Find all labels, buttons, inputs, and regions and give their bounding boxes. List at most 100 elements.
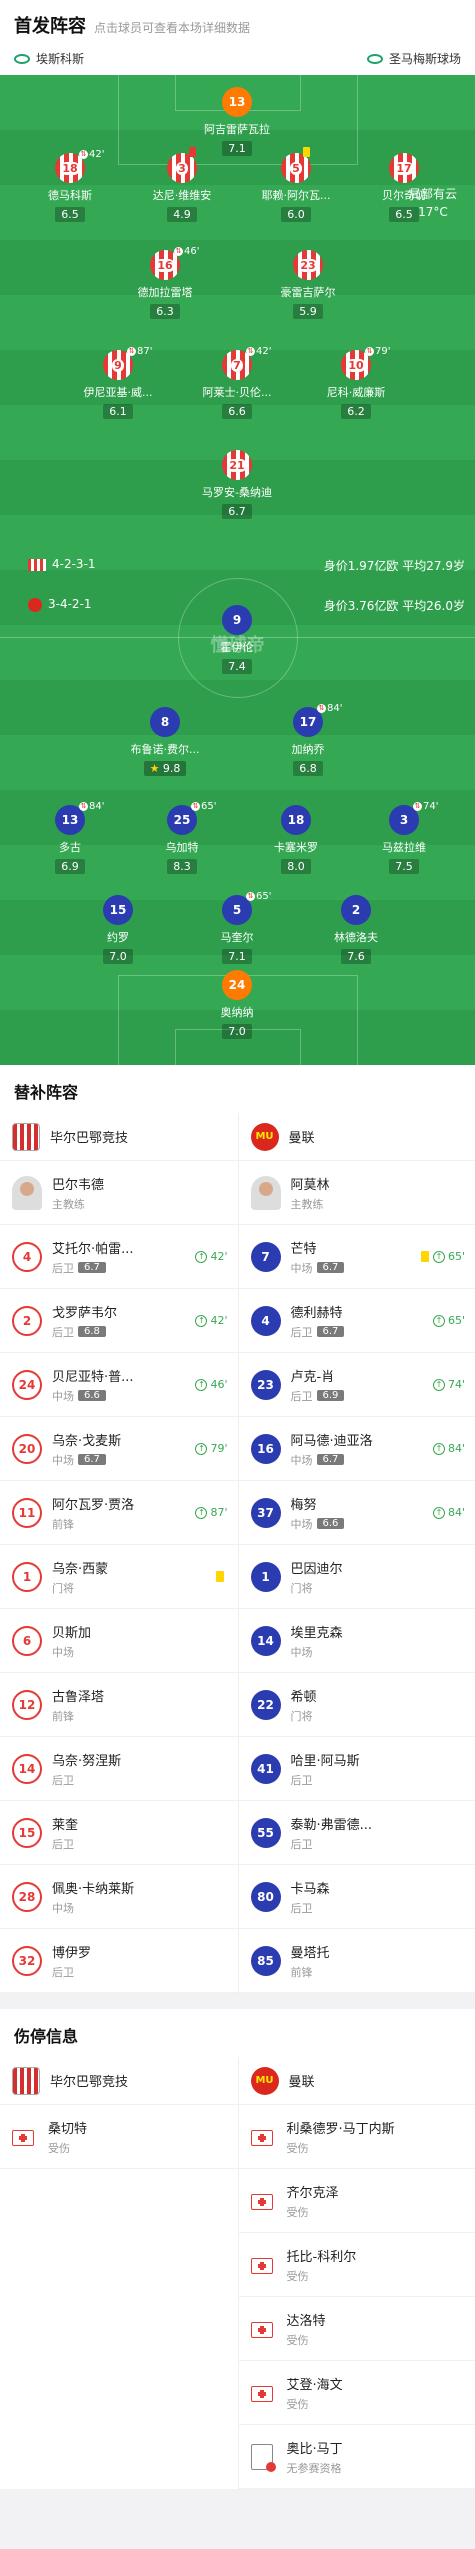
shirt-number-icon: 85 [250,1945,281,1976]
home-player[interactable]: 16 ⇅ 46' 德加拉雷塔 6.3 [118,246,212,319]
away-coach[interactable]: 阿莫林 主教练 [238,1161,475,1225]
sub-player-position: 后卫 6.7 [291,1324,433,1340]
sub-player-row[interactable]: 22 希顿 门将 [238,1673,475,1737]
shirt-number-icon: 41 [250,1753,281,1784]
away-player[interactable]: 18 卡塞米罗 8.0 [249,805,343,874]
sub-player-position: 后卫 [291,1900,466,1916]
substitution-icon: ⇅ 42' [246,346,272,357]
away-player[interactable]: 24 奥纳纳 7.0 [190,970,284,1039]
home-player[interactable]: 23 豪雷吉萨尔 5.9 [261,250,355,319]
away-player[interactable]: 9 霍伊伦 7.4 [190,605,284,674]
subs-away-team[interactable]: MU 曼联 [238,1113,475,1161]
injury-row[interactable]: 托比-科利尔 受伤 [238,2233,475,2297]
sub-player-row[interactable]: 11 阿尔瓦罗·贾洛 前锋 ↑ 87' [0,1481,238,1545]
sub-player-row[interactable]: 14 乌奈·努涅斯 后卫 [0,1737,238,1801]
home-player[interactable]: 17 贝尔奇切 6.5 [357,153,451,222]
sub-player-row[interactable]: 80 卡马森 后卫 [238,1865,475,1929]
injured-player-name: 桑切特 [48,2121,88,2137]
sub-player-row[interactable]: 16 阿马德·迪亚洛 中场 6.7 ↑ 84' [238,1417,475,1481]
sub-player-row[interactable]: 32 博伊罗 后卫 [0,1929,238,1993]
sub-player-row[interactable]: 4 艾托尔·帕雷... 后卫 6.7 ↑ 42' [0,1225,238,1289]
injured-player-name: 利桑德罗·马丁内斯 [286,2121,395,2137]
away-player[interactable]: 25 ⇅ 65' 乌加特 8.3 [135,801,229,874]
away-player[interactable]: 3 ⇅ 74' 马兹拉维 7.5 [357,801,451,874]
sub-player-row[interactable]: 4 德利赫特 后卫 6.7 ↑ 65' [238,1289,475,1353]
injury-row[interactable]: 奥比·马丁 无参赛资格 [238,2425,475,2489]
player-name: 贝尔奇切 [382,189,426,202]
injuries-away-team[interactable]: MU 曼联 [238,2057,475,2105]
sub-player-position: 后卫 6.9 [291,1388,433,1404]
home-player[interactable]: 3 达尼·维维安 4.9 [135,147,229,222]
sub-player-row[interactable]: 37 梅努 中场 6.6 ↑ 84' [238,1481,475,1545]
shirt-icon: 8 [150,707,180,737]
away-player[interactable]: 5 ⇅ 65' 马奎尔 7.1 [190,891,284,964]
sub-player-row[interactable]: 28 佩奥·卡纳莱斯 中场 [0,1865,238,1929]
sub-player-row[interactable]: 7 芒特 中场 6.7 ↑ 65' [238,1225,475,1289]
sub-player-row[interactable]: 1 乌奈·西蒙 门将 [0,1545,238,1609]
sub-player-info: 泰勒·弗雷德... 后卫 [291,1814,466,1852]
shirt-number-icon: 11 [12,1497,42,1528]
substitution-icon: ⇅ 84' [79,801,105,812]
sub-player-position: 后卫 [291,1772,466,1788]
position-label: 后卫 [290,1901,313,1915]
sub-player-position: 后卫 [291,1836,466,1852]
sub-player-position: 后卫 [52,1772,228,1788]
sub-player-row[interactable]: 85 曼塔托 前锋 [238,1929,475,1993]
away-player[interactable]: 17 ⇅ 84' 加纳乔 6.8 [261,703,355,776]
yellow-card-icon [303,147,310,157]
sub-player-info: 阿尔瓦罗·贾洛 前锋 [52,1494,195,1532]
home-player[interactable]: 7 ⇅ 42' 阿莱士·贝伦... 6.6 [190,346,284,419]
shirt-number: 16 [155,258,175,272]
home-player[interactable]: 10 ⇅ 79' 尼科·威廉斯 6.2 [309,346,403,419]
substitution-icon: ⇅ 65' [191,801,217,812]
away-player[interactable]: 15 约罗 7.0 [71,895,165,964]
home-player[interactable]: 5 耶赖·阿尔瓦... 6.0 [249,147,343,222]
sub-in-event: ↑ 84' [432,1506,465,1519]
home-coach[interactable]: 巴尔韦德 主教练 [0,1161,238,1225]
injury-row[interactable]: 利桑德罗·马丁内斯 受伤 [238,2105,475,2169]
sub-in-icon: ↑ [195,1378,208,1391]
sub-player-name: 泰勒·弗雷德... [290,1817,373,1833]
sub-player-row[interactable]: 12 古鲁泽塔 前锋 [0,1673,238,1737]
injury-row[interactable]: 艾登·海文 受伤 [238,2361,475,2425]
sub-player-row[interactable]: 2 戈罗萨韦尔 后卫 6.8 ↑ 42' [0,1289,238,1353]
sub-player-row[interactable]: 23 卢克-肖 后卫 6.9 ↑ 74' [238,1353,475,1417]
injury-row[interactable]: 齐尔克泽 受伤 [238,2169,475,2233]
injury-row[interactable]: 桑切特 受伤 [0,2105,238,2169]
stadium-icon [14,53,30,64]
home-player[interactable]: 18 ⇅ 42' 德马科斯 6.5 [23,149,117,222]
sub-player-row[interactable]: 6 贝斯加 中场 [0,1609,238,1673]
sub-in-minute: 65' [447,1250,465,1263]
sub-player-info: 卢克-肖 后卫 6.9 [291,1366,433,1404]
away-player[interactable]: 13 ⇅ 84' 多古 6.9 [23,801,117,874]
sub-player-row[interactable]: 55 泰勒·弗雷德... 后卫 [238,1801,475,1865]
player-name: 霍伊伦 [220,641,254,654]
home-player[interactable]: 21 马罗安-桑纳迪 6.7 [190,450,284,519]
sub-in-icon: ↑ [432,1442,445,1455]
home-player[interactable]: 9 ⇅ 87' 伊尼亚基·威... 6.1 [71,346,165,419]
home-player[interactable]: 13 阿吉雷萨瓦拉 7.1 [190,87,284,156]
sub-player-row[interactable]: 1 巴因迪尔 门将 [238,1545,475,1609]
sub-in-event: ↑ 84' [432,1442,465,1455]
sub-player-row[interactable]: 24 贝尼亚特·普... 中场 6.6 ↑ 46' [0,1353,238,1417]
substitution-icon: ⇅ 42' [79,149,105,160]
shirt-number: 10 [346,358,366,372]
injuries-home-team[interactable]: 毕尔巴鄂竞技 [0,2057,238,2105]
shirt-number-icon: 32 [12,1945,42,1976]
injury-status: 受伤 [286,2141,309,2155]
position-label: 后卫 [290,1773,313,1787]
sub-player-row[interactable]: 41 哈里·阿马斯 后卫 [238,1737,475,1801]
sub-player-name: 贝尼亚特·普... [52,1369,134,1385]
sub-player-row[interactable]: 20 乌奈·戈麦斯 中场 6.7 ↑ 79' [0,1417,238,1481]
away-player[interactable]: 2 林德洛夫 7.6 [309,895,403,964]
subs-grid: 毕尔巴鄂竞技 巴尔韦德 主教练 4 艾托尔·帕雷... 后卫 6.7 ↑ 42' 2 戈罗萨韦尔… [0,1113,475,1993]
sub-player-row[interactable]: 14 埃里克森 中场 [238,1609,475,1673]
sub-player-name: 乌奈·西蒙 [52,1561,109,1577]
injury-info: 奥比·马丁 无参赛资格 [287,2438,466,2476]
sub-player-row[interactable]: 15 莱奎 后卫 [0,1801,238,1865]
player-name: 德马科斯 [48,189,92,202]
subs-home-team[interactable]: 毕尔巴鄂竞技 [0,1113,238,1161]
injury-row[interactable]: 达洛特 受伤 [238,2297,475,2361]
shirt-number-icon: 15 [12,1817,42,1848]
away-player[interactable]: 8 布鲁诺·费尔... ★ 9.8 [118,707,212,776]
